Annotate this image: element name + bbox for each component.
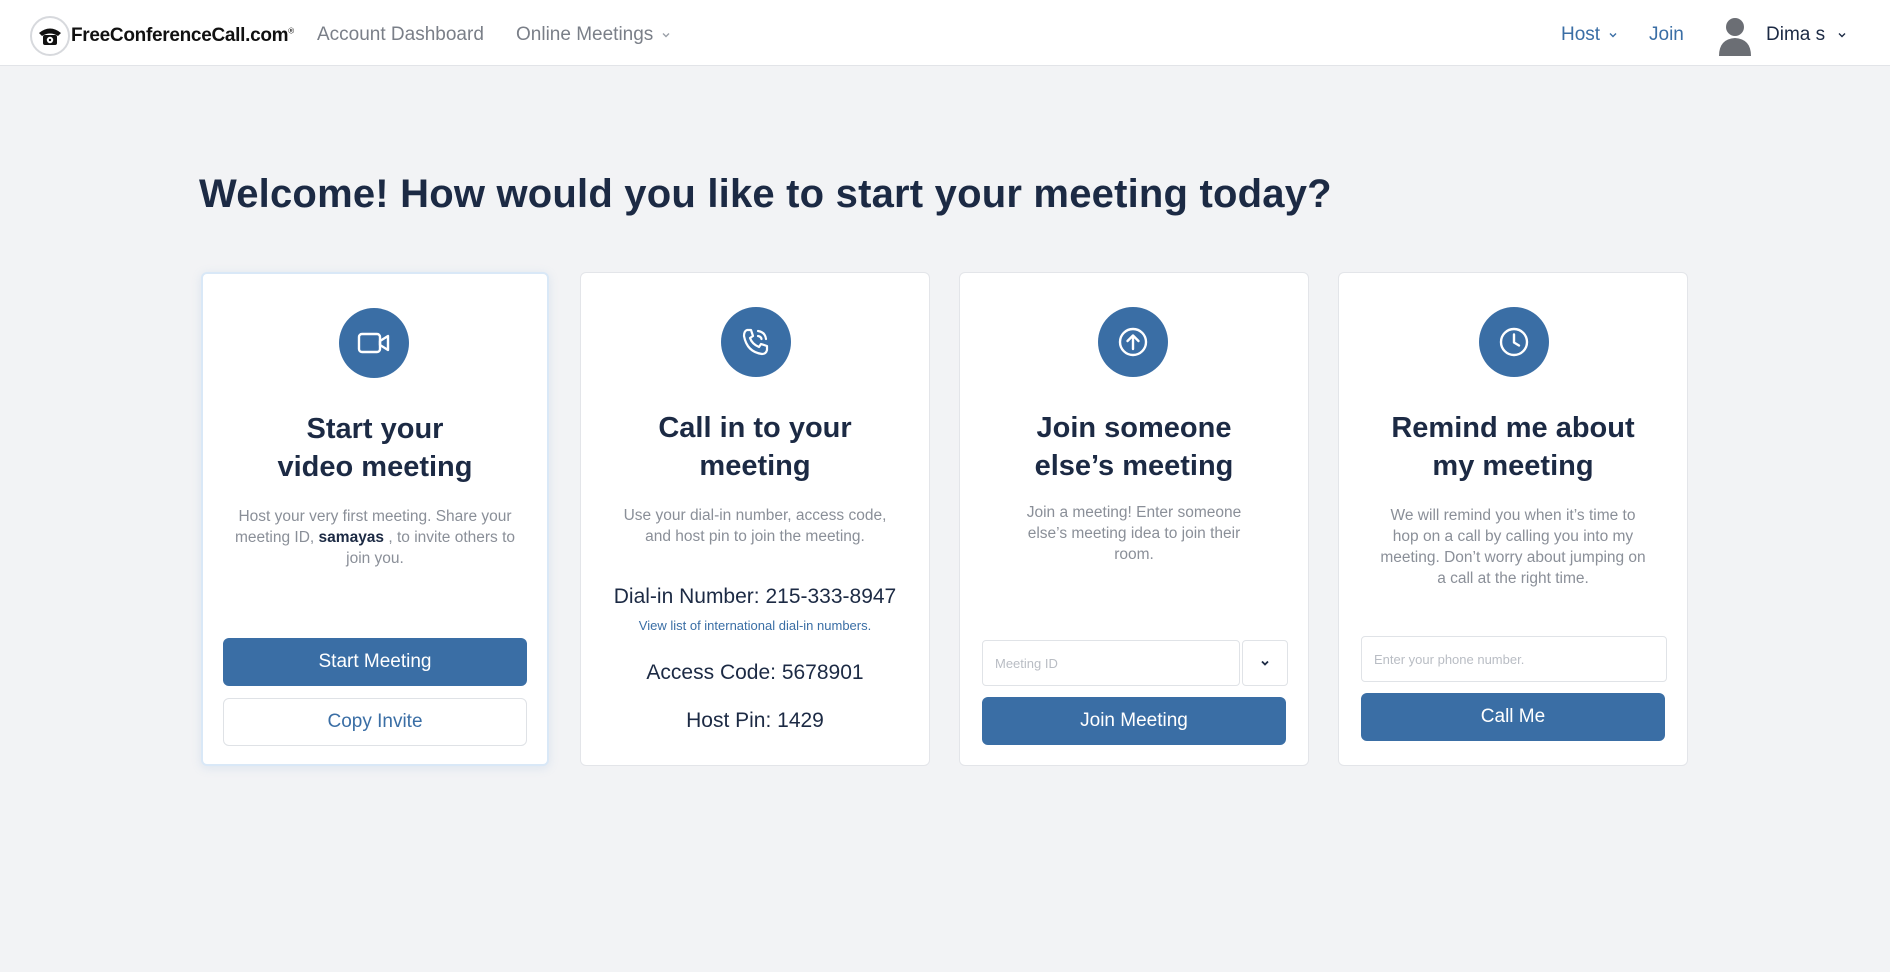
card-title: Join someone else’s meeting (1034, 412, 1234, 482)
access-code: Access Code: 5678901 (646, 661, 864, 684)
call-me-button[interactable]: Call Me (1361, 693, 1665, 741)
meeting-id-dropdown[interactable] (1242, 640, 1288, 686)
card-description: Use your dial-in number, access code, an… (623, 507, 887, 545)
logo-text: FreeConferenceCall.com® (71, 25, 294, 46)
dial-in-number: Dial-in Number: 215-333-8947 (613, 585, 897, 608)
meeting-id-input[interactable] (982, 640, 1240, 686)
host-menu-label: Host (1561, 24, 1601, 45)
chevron-down-icon (1838, 33, 1846, 38)
chevron-down-icon (662, 33, 670, 38)
chevron-down-icon (1609, 33, 1617, 38)
call-in-card: Call in to your meeting Use your dial-in… (580, 272, 930, 766)
card-title: Start your video meeting (277, 413, 473, 483)
user-name: Dima s (1766, 24, 1826, 45)
join-meeting-button[interactable]: Join Meeting (982, 697, 1286, 745)
card-description: Host your very first meeting. Share your… (234, 508, 516, 567)
nav-online-meetings-label: Online Meetings (516, 24, 654, 45)
phone-number-input[interactable] (1361, 636, 1667, 682)
card-title: Remind me about my meeting (1391, 412, 1635, 482)
card-title: Call in to your meeting (658, 412, 852, 482)
start-video-meeting-card: Start your video meeting Host your very … (201, 272, 549, 766)
remind-me-card: Remind me about my meeting We will remin… (1338, 272, 1688, 766)
user-menu[interactable]: Dima s (1716, 14, 1847, 56)
nav-account-dashboard[interactable]: Account Dashboard (317, 24, 484, 46)
nav-online-meetings[interactable]: Online Meetings (516, 24, 671, 46)
meeting-id: samayas (318, 529, 385, 546)
international-numbers-link[interactable]: View list of international dial-in numbe… (581, 618, 929, 633)
chevron-down-icon (1261, 660, 1269, 666)
top-navigation-bar: FreeConferenceCall.com® Account Dashboar… (0, 0, 1890, 66)
site-logo[interactable]: FreeConferenceCall.com® (30, 16, 294, 56)
card-description: Join a meeting! Enter someone else’s mee… (1026, 504, 1242, 563)
arrow-up-circle-icon (1098, 307, 1168, 377)
phone-call-icon (721, 307, 791, 377)
join-link-label: Join (1649, 24, 1684, 45)
start-meeting-button[interactable]: Start Meeting (223, 638, 527, 686)
avatar (1719, 18, 1751, 56)
join-meeting-card: Join someone else’s meeting Join a meeti… (959, 272, 1309, 766)
join-link[interactable]: Join (1649, 24, 1684, 46)
nav-account-dashboard-label: Account Dashboard (317, 24, 484, 45)
card-description: We will remind you when it’s time to hop… (1380, 507, 1646, 587)
clock-icon (1479, 307, 1549, 377)
copy-invite-button[interactable]: Copy Invite (223, 698, 527, 746)
page-title: Welcome! How would you like to start you… (199, 172, 1332, 216)
video-camera-icon (339, 308, 409, 378)
host-pin: Host Pin: 1429 (686, 709, 824, 732)
telephone-logo-icon (30, 16, 70, 56)
host-menu[interactable]: Host (1561, 24, 1618, 46)
